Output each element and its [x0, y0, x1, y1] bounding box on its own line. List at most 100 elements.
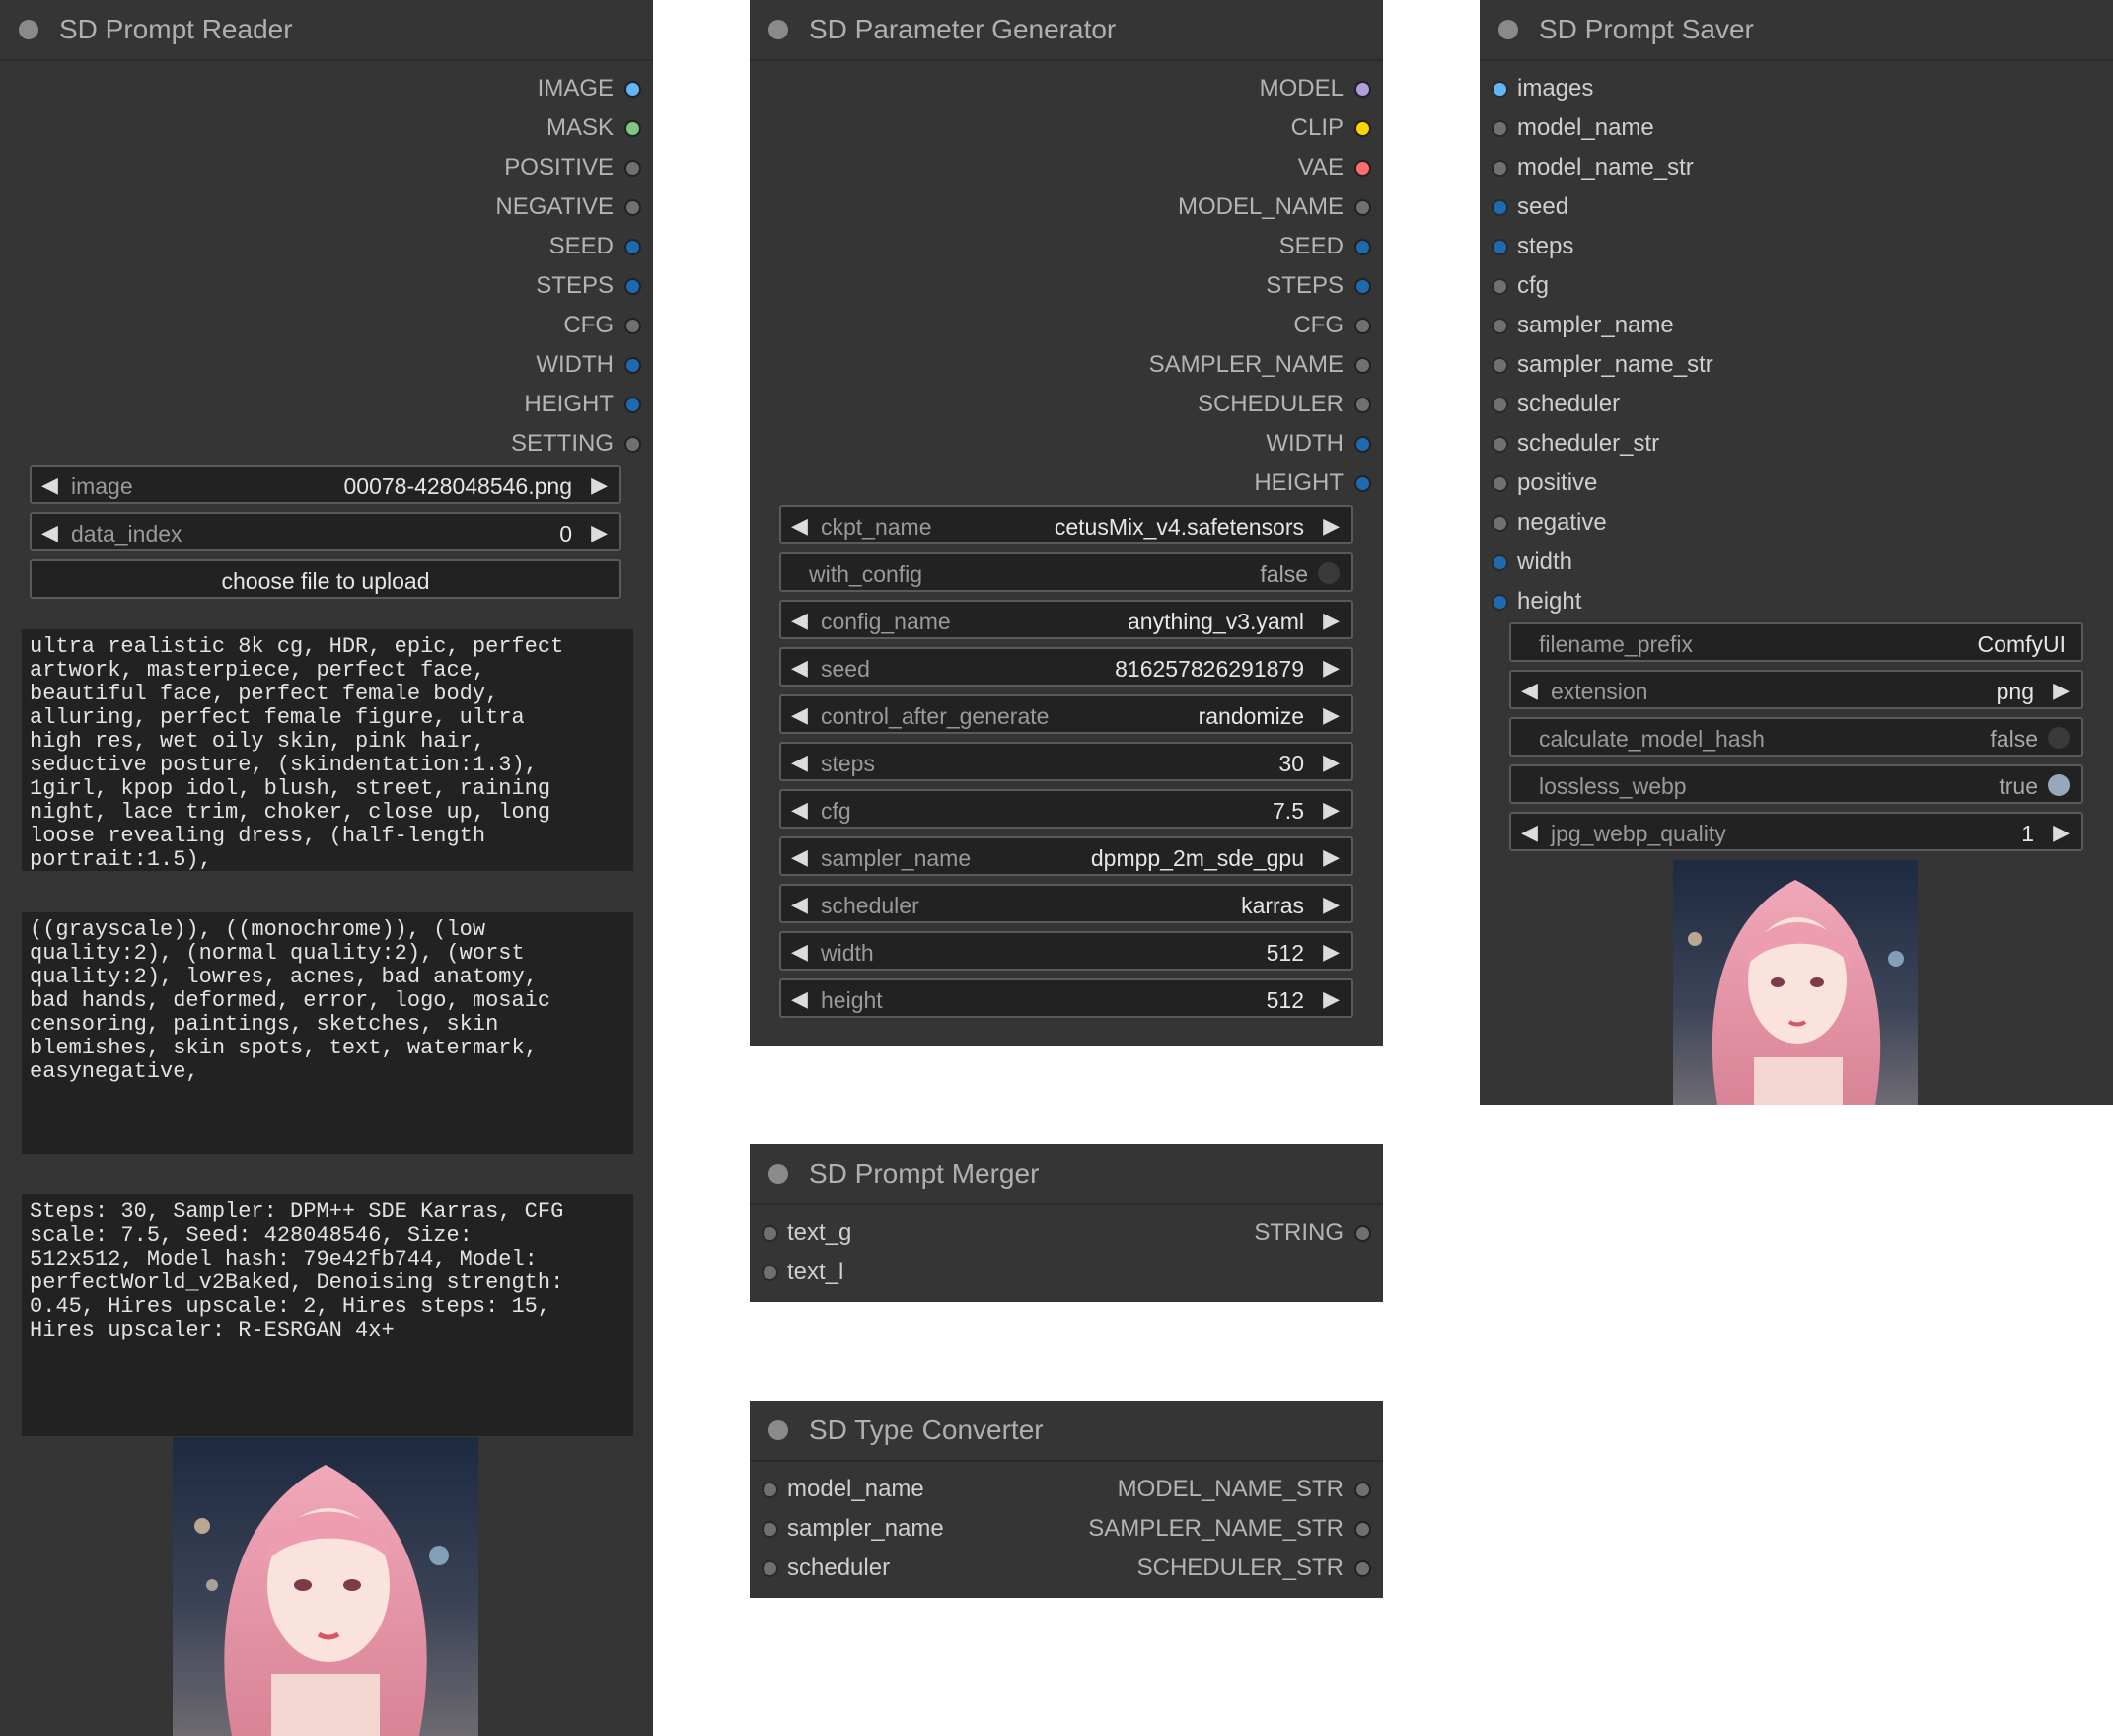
node-header[interactable]: SD Parameter Generator [750, 0, 1383, 61]
input-socket-icon[interactable] [1492, 318, 1508, 334]
input-socket-icon[interactable] [1492, 239, 1508, 255]
negative-prompt-textarea[interactable]: ((grayscale)), ((monochrome)), (low qual… [22, 912, 633, 1154]
arrow-left-icon[interactable]: ◀ [791, 797, 808, 823]
image-combo[interactable]: ◀ image 00078-428048546.png ▶ [30, 465, 621, 504]
output-socket-icon[interactable] [1354, 397, 1371, 413]
arrow-left-icon[interactable]: ◀ [791, 655, 808, 681]
output-socket-icon[interactable] [624, 81, 641, 98]
input-socket-icon[interactable] [762, 1482, 778, 1498]
arrow-right-icon[interactable]: ▶ [1323, 797, 1340, 823]
height-widget[interactable]: ◀ height 512 ▶ [779, 978, 1353, 1018]
arrow-right-icon[interactable]: ▶ [1323, 844, 1340, 870]
control-after-generate-widget[interactable]: ◀ control_after_generate randomize ▶ [779, 694, 1353, 734]
arrow-right-icon[interactable]: ▶ [2053, 678, 2070, 703]
collapse-dot-icon[interactable] [1498, 20, 1518, 39]
arrow-right-icon[interactable]: ▶ [1323, 702, 1340, 728]
seed-widget[interactable]: ◀ seed 816257826291879 ▶ [779, 647, 1353, 687]
input-socket-icon[interactable] [1492, 594, 1508, 611]
output-socket-icon[interactable] [1354, 1482, 1371, 1498]
jpg-webp-quality-widget[interactable]: ◀ jpg_webp_quality 1 ▶ [1509, 812, 2083, 851]
output-socket-icon[interactable] [1354, 1560, 1371, 1577]
positive-prompt-textarea[interactable]: ultra realistic 8k cg, HDR, epic, perfec… [22, 629, 633, 871]
toggle-indicator-icon[interactable] [2048, 727, 2070, 749]
input-socket-icon[interactable] [1492, 515, 1508, 532]
arrow-left-icon[interactable]: ◀ [1521, 820, 1538, 845]
input-socket-icon[interactable] [762, 1521, 778, 1538]
arrow-left-icon[interactable]: ◀ [41, 472, 58, 498]
arrow-right-icon[interactable]: ▶ [2053, 820, 2070, 845]
cfg-widget[interactable]: ◀ cfg 7.5 ▶ [779, 789, 1353, 829]
scheduler-widget[interactable]: ◀ scheduler karras ▶ [779, 884, 1353, 923]
toggle-indicator-icon[interactable] [1318, 562, 1340, 584]
arrow-right-icon[interactable]: ▶ [1323, 892, 1340, 917]
arrow-right-icon[interactable]: ▶ [1323, 939, 1340, 965]
output-socket-icon[interactable] [1354, 357, 1371, 374]
arrow-left-icon[interactable]: ◀ [791, 513, 808, 539]
calculate-model-hash-widget[interactable]: calculate_model_hash false [1509, 717, 2083, 757]
arrow-right-icon[interactable]: ▶ [1323, 986, 1340, 1012]
settings-textarea[interactable]: Steps: 30, Sampler: DPM++ SDE Karras, CF… [22, 1194, 633, 1436]
output-socket-icon[interactable] [624, 318, 641, 334]
output-socket-icon[interactable] [1354, 160, 1371, 177]
output-socket-icon[interactable] [1354, 475, 1371, 492]
arrow-right-icon[interactable]: ▶ [1323, 750, 1340, 775]
with-config-widget[interactable]: with_config false [779, 552, 1353, 592]
node-header[interactable]: SD Prompt Merger [750, 1144, 1383, 1205]
input-socket-icon[interactable] [1492, 199, 1508, 216]
node-header[interactable]: SD Type Converter [750, 1401, 1383, 1462]
output-socket-icon[interactable] [1354, 436, 1371, 453]
input-socket-icon[interactable] [1492, 278, 1508, 295]
output-socket-icon[interactable] [1354, 1521, 1371, 1538]
output-socket-icon[interactable] [1354, 1225, 1371, 1242]
extension-widget[interactable]: ◀ extension png ▶ [1509, 670, 2083, 709]
output-socket-icon[interactable] [624, 160, 641, 177]
width-widget[interactable]: ◀ width 512 ▶ [779, 931, 1353, 971]
filename-prefix-widget[interactable]: filename_prefix ComfyUI [1509, 622, 2083, 662]
output-socket-icon[interactable] [624, 397, 641, 413]
output-socket-icon[interactable] [624, 239, 641, 255]
arrow-left-icon[interactable]: ◀ [1521, 678, 1538, 703]
output-socket-icon[interactable] [624, 436, 641, 453]
output-socket-icon[interactable] [1354, 239, 1371, 255]
arrow-left-icon[interactable]: ◀ [41, 520, 58, 545]
arrow-right-icon[interactable]: ▶ [1323, 513, 1340, 539]
output-socket-icon[interactable] [1354, 278, 1371, 295]
collapse-dot-icon[interactable] [19, 20, 38, 39]
input-socket-icon[interactable] [1492, 554, 1508, 571]
output-socket-icon[interactable] [1354, 199, 1371, 216]
input-socket-icon[interactable] [1492, 397, 1508, 413]
arrow-right-icon[interactable]: ▶ [1323, 655, 1340, 681]
output-socket-icon[interactable] [624, 120, 641, 137]
output-socket-icon[interactable] [1354, 81, 1371, 98]
arrow-left-icon[interactable]: ◀ [791, 608, 808, 633]
input-socket-icon[interactable] [1492, 357, 1508, 374]
input-socket-icon[interactable] [762, 1560, 778, 1577]
output-socket-icon[interactable] [624, 199, 641, 216]
arrow-right-icon[interactable]: ▶ [591, 520, 608, 545]
output-socket-icon[interactable] [1354, 120, 1371, 137]
input-socket-icon[interactable] [762, 1225, 778, 1242]
collapse-dot-icon[interactable] [768, 20, 788, 39]
arrow-left-icon[interactable]: ◀ [791, 702, 808, 728]
node-header[interactable]: SD Prompt Reader [0, 0, 653, 61]
input-socket-icon[interactable] [1492, 120, 1508, 137]
input-socket-icon[interactable] [1492, 81, 1508, 98]
input-socket-icon[interactable] [1492, 160, 1508, 177]
upload-button[interactable]: choose file to upload [30, 559, 621, 599]
node-header[interactable]: SD Prompt Saver [1480, 0, 2113, 61]
lossless-webp-widget[interactable]: lossless_webp true [1509, 764, 2083, 804]
input-socket-icon[interactable] [1492, 475, 1508, 492]
config-name-widget[interactable]: ◀ config_name anything_v3.yaml ▶ [779, 600, 1353, 639]
arrow-right-icon[interactable]: ▶ [1323, 608, 1340, 633]
output-socket-icon[interactable] [1354, 318, 1371, 334]
arrow-right-icon[interactable]: ▶ [591, 472, 608, 498]
collapse-dot-icon[interactable] [768, 1164, 788, 1184]
output-socket-icon[interactable] [624, 278, 641, 295]
arrow-left-icon[interactable]: ◀ [791, 892, 808, 917]
data-index-widget[interactable]: ◀ data_index 0 ▶ [30, 512, 621, 551]
collapse-dot-icon[interactable] [768, 1420, 788, 1440]
sampler-name-widget[interactable]: ◀ sampler_name dpmpp_2m_sde_gpu ▶ [779, 836, 1353, 876]
arrow-left-icon[interactable]: ◀ [791, 939, 808, 965]
input-socket-icon[interactable] [1492, 436, 1508, 453]
arrow-left-icon[interactable]: ◀ [791, 844, 808, 870]
